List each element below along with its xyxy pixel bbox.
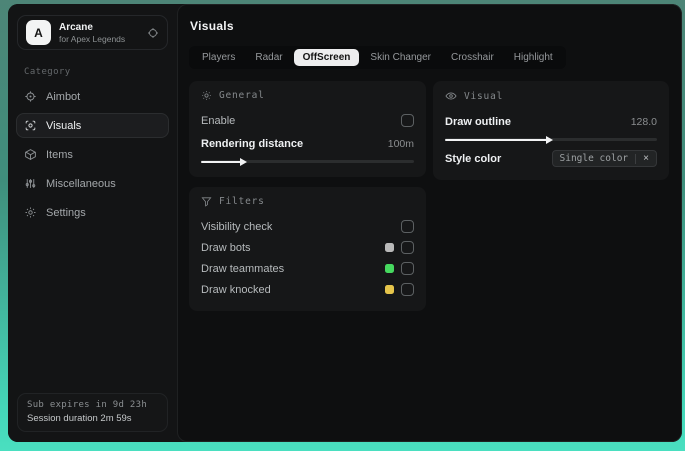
visibility-check-label: Visibility check — [201, 220, 273, 233]
filters-panel: Filters Visibility check Draw bots Draw … — [189, 187, 426, 311]
row-controls — [385, 283, 414, 296]
app-window: A Arcane for Apex Legends Category Aimbo… — [8, 4, 682, 442]
panel-columns: General Enable Rendering distance 100m F… — [189, 81, 671, 311]
draw-knocked-label: Draw knocked — [201, 283, 271, 296]
right-column: Visual Draw outline 128.0 Style color Si… — [433, 81, 669, 180]
slider-fill — [445, 135, 553, 144]
sidebar-item-items[interactable]: Items — [16, 142, 169, 167]
draw-teammates-row: Draw teammates — [201, 258, 414, 279]
enable-label: Enable — [201, 114, 236, 127]
draw-knocked-row: Draw knocked — [201, 279, 414, 300]
subscription-info-card: Sub expires in 9d 23h Session duration 2… — [17, 393, 168, 432]
tab-radar[interactable]: Radar — [246, 49, 291, 66]
rendering-distance-label: Rendering distance — [201, 137, 304, 150]
sun-icon — [201, 90, 212, 101]
funnel-icon — [201, 196, 212, 207]
style-color-row: Style color Single color × — [445, 148, 657, 169]
sidebar-item-miscellaneous[interactable]: Miscellaneous — [16, 171, 169, 196]
crosshair-icon[interactable] — [147, 27, 159, 39]
page-title: Visuals — [190, 19, 234, 33]
draw-outline-slider[interactable] — [445, 135, 657, 144]
app-title-block: Arcane for Apex Legends — [59, 22, 125, 44]
visual-panel-header: Visual — [445, 90, 657, 102]
tag-divider — [635, 153, 637, 164]
sidebar-item-label: Items — [46, 148, 73, 161]
app-logo: A — [26, 20, 51, 45]
sidebar-item-label: Visuals — [46, 119, 82, 132]
enable-row: Enable — [201, 110, 414, 131]
rendering-distance-row: Rendering distance 100m — [201, 133, 414, 154]
tab-crosshair[interactable]: Crosshair — [442, 49, 503, 66]
draw-outline-value: 128.0 — [630, 115, 657, 128]
sliders-icon — [24, 177, 37, 190]
draw-bots-checkbox[interactable] — [401, 241, 414, 254]
general-panel-header: General — [201, 90, 414, 101]
visibility-check-checkbox[interactable] — [401, 220, 414, 233]
draw-outline-label: Draw outline — [445, 115, 512, 128]
app-name: Arcane — [59, 21, 93, 33]
tab-offscreen[interactable]: OffScreen — [293, 49, 360, 66]
eye-icon — [445, 90, 457, 102]
visibility-check-row: Visibility check — [201, 216, 414, 237]
filters-panel-header: Filters — [201, 196, 414, 207]
sidebar-nav: Aimbot Visuals Items Miscellaneous Setti… — [8, 84, 177, 225]
main-content: Visuals Players Radar OffScreen Skin Cha… — [177, 4, 682, 442]
desktop-background: A Arcane for Apex Legends Category Aimbo… — [0, 0, 685, 451]
sidebar-item-label: Miscellaneous — [46, 177, 116, 190]
row-controls — [385, 262, 414, 275]
tab-skin-changer[interactable]: Skin Changer — [361, 49, 440, 66]
draw-knocked-color-swatch[interactable] — [385, 285, 394, 294]
gear-icon — [24, 206, 37, 219]
sidebar-item-settings[interactable]: Settings — [16, 200, 169, 225]
filters-panel-title: Filters — [219, 196, 265, 207]
draw-knocked-checkbox[interactable] — [401, 283, 414, 296]
sidebar-item-aimbot[interactable]: Aimbot — [16, 84, 169, 109]
tab-players[interactable]: Players — [193, 49, 244, 66]
draw-bots-row: Draw bots — [201, 237, 414, 258]
row-controls — [401, 220, 414, 233]
draw-bots-label: Draw bots — [201, 241, 251, 254]
session-duration-text: Session duration 2m 59s — [27, 413, 132, 424]
sub-expires-text: Sub expires in 9d 23h — [27, 400, 148, 410]
scan-eye-icon — [24, 119, 37, 132]
draw-teammates-checkbox[interactable] — [401, 262, 414, 275]
style-color-tag-text: Single color — [559, 153, 629, 164]
visual-panel-title: Visual — [464, 90, 504, 102]
general-panel-title: General — [219, 90, 265, 101]
sidebar-item-label: Aimbot — [46, 90, 81, 103]
cube-icon — [24, 148, 37, 161]
enable-checkbox[interactable] — [401, 114, 414, 127]
visual-panel: Visual Draw outline 128.0 Style color Si… — [433, 81, 669, 180]
sidebar: A Arcane for Apex Legends Category Aimbo… — [8, 4, 177, 442]
category-label: Category — [24, 67, 71, 77]
draw-bots-color-swatch[interactable] — [385, 243, 394, 252]
left-column: General Enable Rendering distance 100m F… — [189, 81, 426, 311]
close-icon[interactable]: × — [643, 153, 649, 164]
draw-teammates-label: Draw teammates — [201, 262, 285, 275]
rendering-distance-value: 100m — [387, 137, 414, 150]
tab-bar: Players Radar OffScreen Skin Changer Cro… — [189, 46, 566, 69]
app-subtitle: for Apex Legends — [59, 33, 126, 44]
style-color-label: Style color — [445, 152, 502, 165]
sidebar-item-visuals[interactable]: Visuals — [16, 113, 169, 138]
sidebar-item-label: Settings — [46, 206, 86, 219]
draw-teammates-color-swatch[interactable] — [385, 264, 394, 273]
style-color-tag[interactable]: Single color × — [551, 150, 657, 167]
general-panel: General Enable Rendering distance 100m — [189, 81, 426, 177]
rendering-distance-slider[interactable] — [201, 157, 414, 166]
draw-outline-row: Draw outline 128.0 — [445, 111, 657, 132]
row-controls — [385, 241, 414, 254]
app-header-card: A Arcane for Apex Legends — [17, 15, 168, 50]
slider-fill — [201, 157, 249, 166]
crosshair-icon — [24, 90, 37, 103]
tab-highlight[interactable]: Highlight — [505, 49, 562, 66]
